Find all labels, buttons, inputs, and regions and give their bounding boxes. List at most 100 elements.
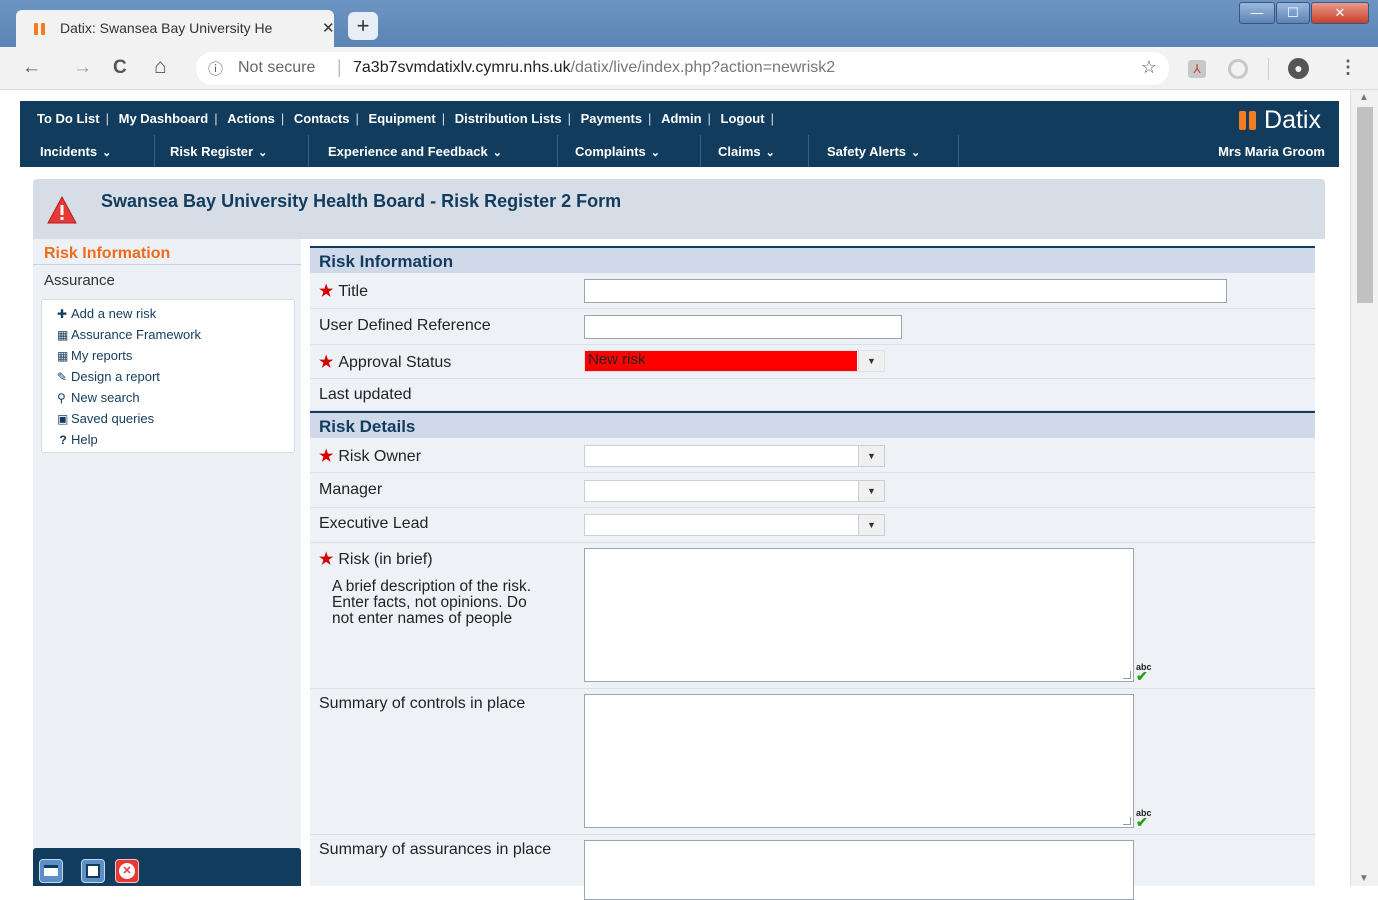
module-risk-register[interactable]: Risk Register ⌄ <box>170 144 267 159</box>
menu-contacts[interactable]: Contacts <box>294 111 350 126</box>
module-complaints[interactable]: Complaints ⌄ <box>575 144 660 159</box>
sidebar-item-risk-information[interactable]: Risk Information <box>44 245 170 263</box>
sidebar-link-assurance-framework[interactable]: ▦ Assurance Framework <box>57 327 201 342</box>
chevron-down-icon[interactable]: ▼ <box>858 446 884 466</box>
title-input[interactable] <box>584 279 1227 303</box>
chevron-down-icon[interactable]: ▼ <box>858 351 884 371</box>
module-divider <box>958 135 959 167</box>
menu-distribution-lists[interactable]: Distribution Lists <box>455 111 562 126</box>
user-name[interactable]: Mrs Maria Groom <box>1218 144 1325 159</box>
controls-textarea[interactable] <box>584 694 1134 828</box>
chevron-down-icon: ⌄ <box>650 147 661 159</box>
risk-brief-textarea[interactable] <box>584 548 1134 682</box>
cancel-button[interactable]: ✕ <box>115 859 139 883</box>
module-safety-alerts[interactable]: Safety Alerts ⌄ <box>827 144 920 159</box>
manager-label: Manager <box>319 481 383 498</box>
row-controls: Summary of controls in place abc ✔ <box>310 689 1315 835</box>
browser-menu-icon[interactable]: ⋮ <box>1339 57 1357 78</box>
risk-owner-select[interactable]: ▼ <box>584 445 885 467</box>
menu-equipment[interactable]: Equipment <box>369 111 436 126</box>
sidebar-link-new-search[interactable]: ⚲ New search <box>57 390 140 405</box>
module-divider <box>700 135 701 167</box>
home-icon[interactable]: ⌂ <box>154 55 167 79</box>
module-incidents[interactable]: Incidents ⌄ <box>40 144 111 159</box>
chevron-down-icon[interactable]: ▼ <box>858 515 884 535</box>
sidebar-link-help[interactable]: ? Help <box>57 432 97 447</box>
datix-logo: Datix <box>1239 106 1321 135</box>
scroll-up-icon[interactable]: ▲ <box>1359 92 1369 103</box>
new-tab-button[interactable]: + <box>348 12 378 40</box>
floppy-icon: ▣ <box>57 412 69 426</box>
pdf-extension-icon[interactable]: ⅄ <box>1188 60 1206 78</box>
page-scrollbar[interactable]: ▲ ▼ <box>1350 90 1378 886</box>
spellcheck-icon[interactable]: abc ✔ <box>1136 808 1152 829</box>
info-icon[interactable]: ⓘ <box>208 58 223 79</box>
assurances-label: Summary of assurances in place <box>319 841 552 858</box>
row-user-defined-reference: User Defined Reference <box>310 309 1315 345</box>
save-icon <box>86 864 100 878</box>
save-button[interactable] <box>81 859 105 883</box>
browser-tab-strip: Datix: Swansea Bay University He ✕ + — ☐… <box>0 0 1378 47</box>
warning-triangle-icon <box>47 196 77 224</box>
scrollbar-thumb[interactable] <box>1357 107 1373 303</box>
reload-icon[interactable]: C <box>113 57 127 79</box>
url-bar[interactable]: ⓘ Not secure | 7a3b7svmdatixlv.cymru.nhs… <box>196 52 1169 85</box>
plus-icon: ✚ <box>57 307 68 321</box>
chevron-down-icon[interactable]: ▼ <box>858 481 884 501</box>
resize-grip-icon[interactable] <box>1123 671 1131 679</box>
menu-admin[interactable]: Admin <box>661 111 701 126</box>
spellcheck-icon[interactable]: abc ✔ <box>1136 662 1152 683</box>
menu-payments[interactable]: Payments <box>581 111 642 126</box>
udr-label: User Defined Reference <box>319 317 491 334</box>
assurances-textarea[interactable] <box>584 840 1134 900</box>
forward-icon[interactable]: → <box>73 57 92 79</box>
module-claims[interactable]: Claims ⌄ <box>718 144 775 159</box>
back-icon[interactable]: ← <box>22 57 41 79</box>
sidebar-link-saved-queries[interactable]: ▣ Saved queries <box>57 411 154 426</box>
row-title: ★ Title <box>310 273 1315 309</box>
scroll-down-icon[interactable]: ▼ <box>1359 873 1369 884</box>
sidebar-item-assurance[interactable]: Assurance <box>44 272 115 289</box>
minimize-button[interactable]: — <box>1239 2 1275 24</box>
close-icon: ✕ <box>119 863 135 879</box>
risk-brief-hint: A brief description of the risk. Enter f… <box>332 578 532 627</box>
maximize-button[interactable]: ☐ <box>1276 2 1310 24</box>
profile-icon[interactable]: ● <box>1288 58 1309 79</box>
link-label: Assurance Framework <box>71 327 202 342</box>
menu-logout[interactable]: Logout <box>721 111 765 126</box>
risk-owner-label: ★ Risk Owner <box>319 446 421 466</box>
executive-lead-select[interactable]: ▼ <box>584 514 885 536</box>
row-executive-lead: Executive Lead ▼ <box>310 508 1315 543</box>
tab-close-icon[interactable]: ✕ <box>322 19 335 37</box>
new-window-button[interactable] <box>39 859 63 883</box>
manager-select[interactable]: ▼ <box>584 480 885 502</box>
extension-icon[interactable] <box>1228 59 1248 79</box>
label-text: Title <box>338 283 368 300</box>
sidebar-link-add-risk[interactable]: ✚ Add a new risk <box>57 306 156 321</box>
menu-actions[interactable]: Actions <box>227 111 275 126</box>
toolbar-divider <box>1268 58 1269 80</box>
module-label: Experience and Feedback <box>328 144 488 159</box>
resize-grip-icon[interactable] <box>1123 817 1131 825</box>
browser-tab[interactable]: Datix: Swansea Bay University He ✕ <box>16 10 335 47</box>
datix-bracket-icon <box>1239 111 1257 130</box>
url-path: /datix/live/index.php?action=newrisk2 <box>570 59 836 76</box>
sidebar-link-my-reports[interactable]: ▦ My reports <box>57 348 132 363</box>
module-label: Incidents <box>40 144 98 159</box>
menu-todo[interactable]: To Do List <box>37 111 100 126</box>
module-experience-feedback[interactable]: Experience and Feedback ⌄ <box>328 144 502 159</box>
required-star-icon: ★ <box>319 354 334 371</box>
udr-input[interactable] <box>584 315 902 339</box>
chevron-down-icon: ⌄ <box>102 147 112 159</box>
form-action-bar: ✕ <box>33 848 301 886</box>
exec-lead-label: Executive Lead <box>319 515 429 532</box>
section-risk-details: Risk Details <box>310 411 1315 438</box>
search-icon: ⚲ <box>57 391 66 405</box>
sidebar-link-design-report[interactable]: ✎ Design a report <box>57 369 160 384</box>
approval-status-select[interactable]: New risk ▼ <box>584 350 885 372</box>
help-icon: ? <box>59 433 67 447</box>
window-close-button[interactable]: ✕ <box>1311 2 1369 24</box>
bookmark-star-icon[interactable]: ☆ <box>1141 57 1157 78</box>
last-updated-label: Last updated <box>319 386 412 403</box>
menu-dashboard[interactable]: My Dashboard <box>119 111 209 126</box>
